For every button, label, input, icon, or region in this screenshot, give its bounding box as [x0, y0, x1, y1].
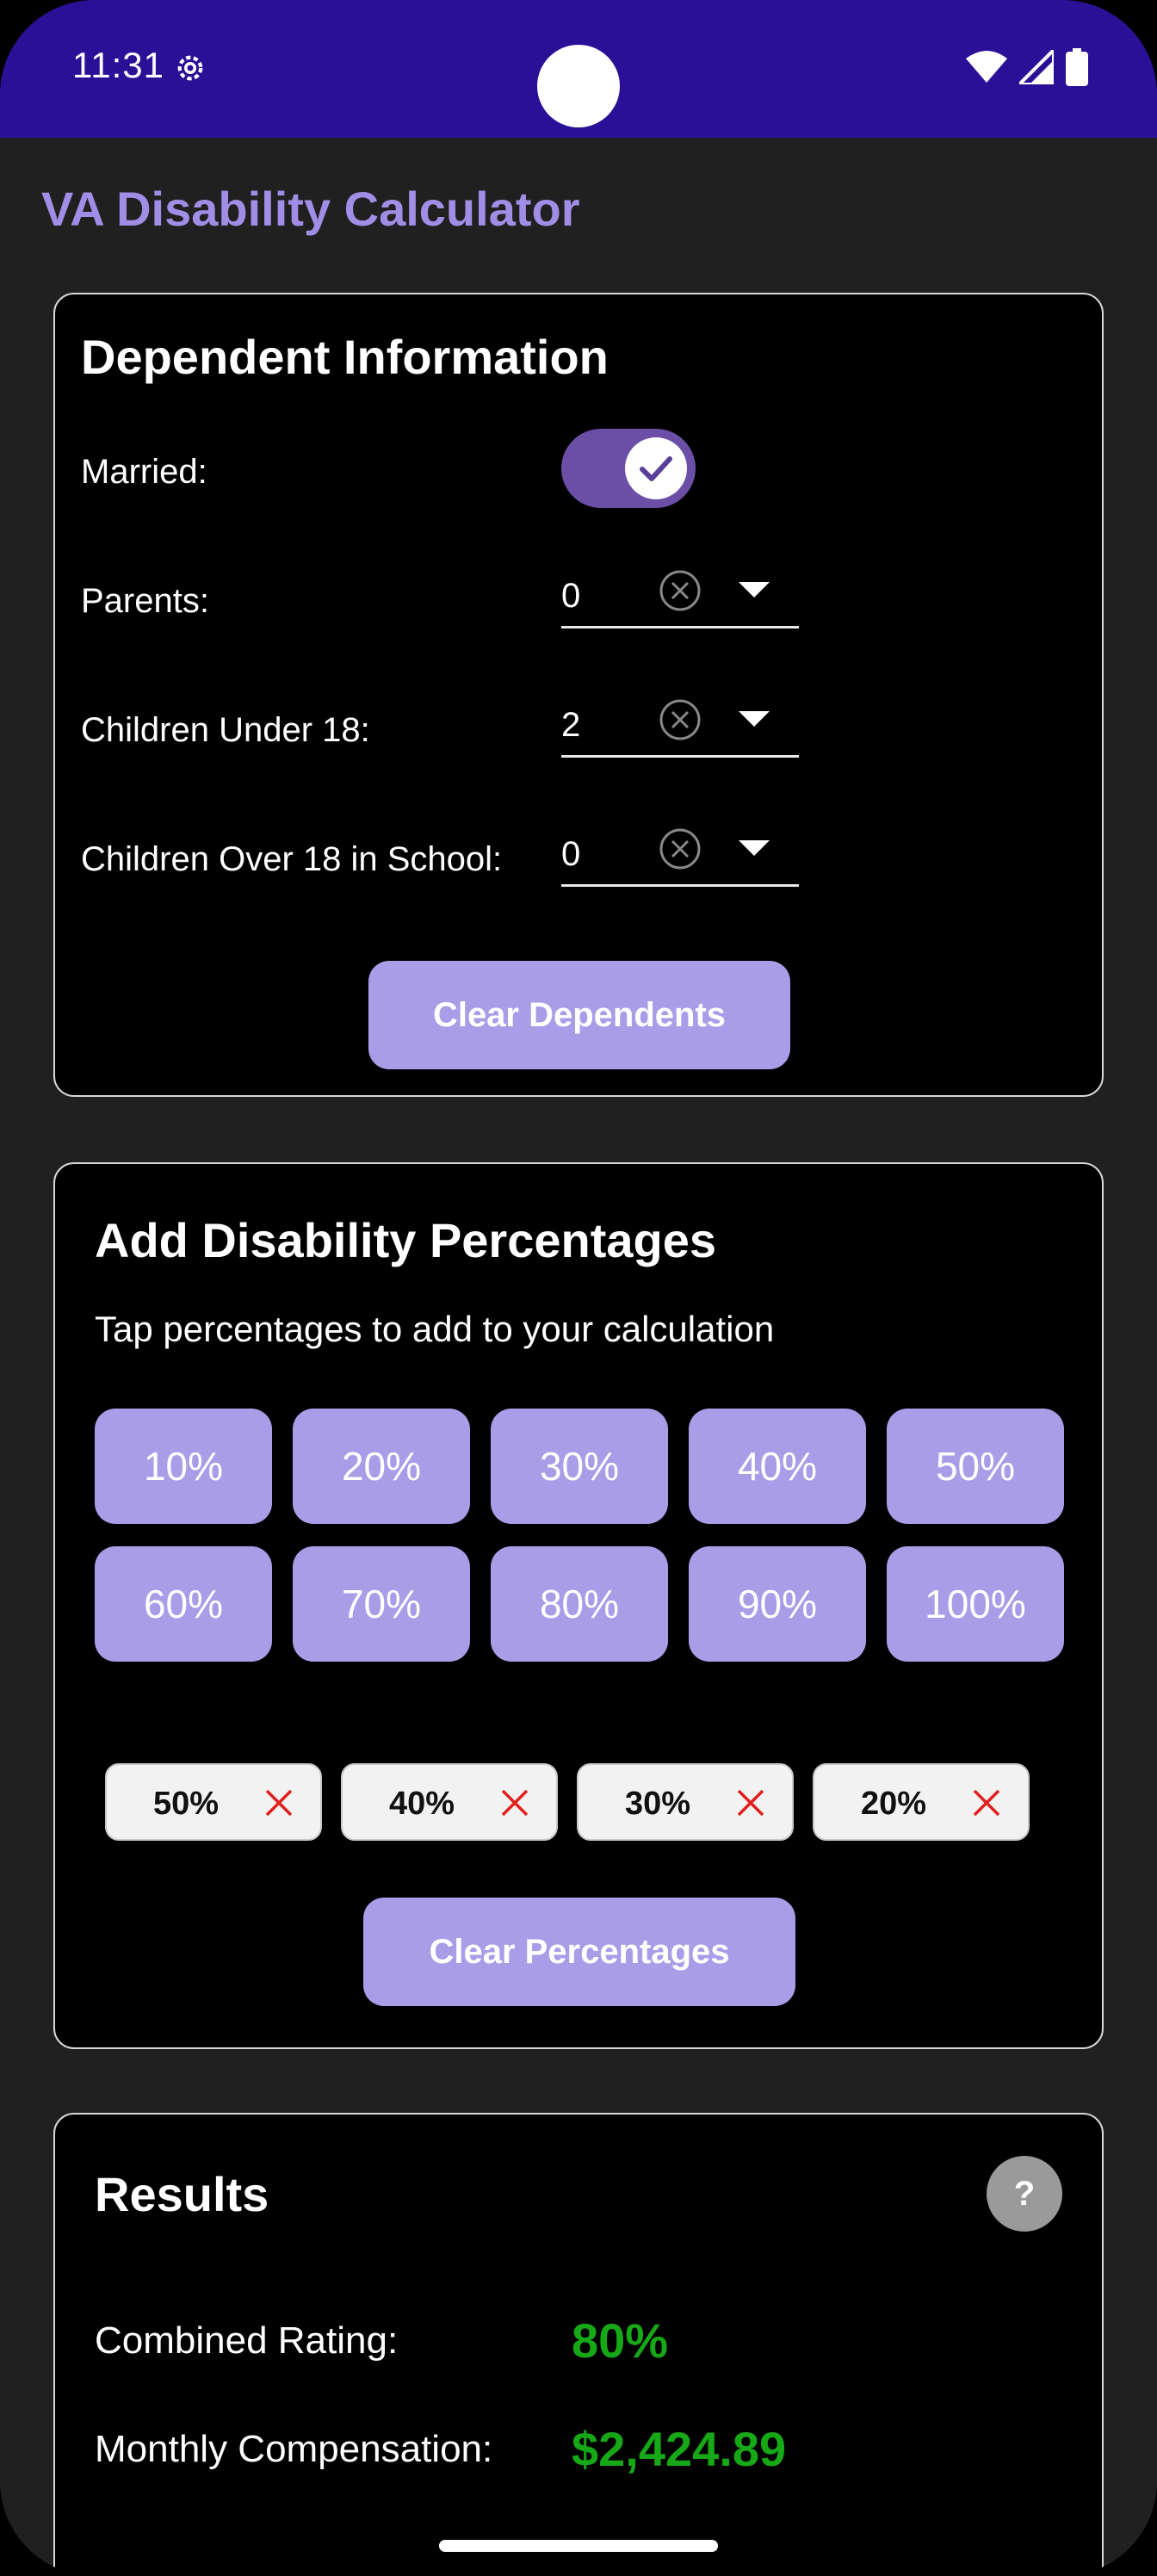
check-icon — [640, 456, 672, 481]
status-bar: 11:31 — [0, 0, 1157, 138]
clear-percentages-button[interactable]: Clear Percentages — [363, 1898, 795, 2006]
toggle-knob — [625, 437, 687, 499]
percent-button[interactable]: 70% — [293, 1546, 470, 1662]
clear-dependents-button[interactable]: Clear Dependents — [368, 961, 790, 1069]
remove-x-icon[interactable] — [498, 1786, 532, 1820]
chip-label: 40% — [389, 1786, 455, 1822]
remove-x-icon[interactable] — [733, 1786, 768, 1820]
help-button[interactable]: ? — [987, 2156, 1062, 2232]
chip-label: 50% — [153, 1786, 220, 1822]
camera-cutout — [537, 45, 620, 127]
signal-icon — [1019, 50, 1054, 84]
chip-label: 20% — [861, 1786, 927, 1822]
percent-button[interactable]: 100% — [887, 1546, 1064, 1662]
results-heading: Results — [95, 2167, 269, 2221]
children-under-18-select[interactable]: 2 — [561, 694, 799, 758]
disability-percentages-card: Add Disability Percentages Tap percentag… — [53, 1162, 1104, 2049]
chevron-down-icon[interactable] — [739, 582, 770, 598]
battery-icon — [1066, 48, 1088, 86]
clear-circle-icon[interactable] — [658, 827, 702, 871]
remove-x-icon[interactable] — [969, 1786, 1004, 1820]
disability-instructions: Tap percentages to add to your calculati… — [95, 1309, 775, 1349]
selected-percent-chip: 20% — [813, 1763, 1030, 1841]
status-time: 11:31 — [72, 45, 164, 85]
children-under-18-label: Children Under 18: — [81, 711, 370, 749]
combined-rating-label: Combined Rating: — [95, 2319, 399, 2362]
percent-button[interactable]: 20% — [293, 1409, 470, 1524]
married-label: Married: — [81, 453, 207, 491]
settings-gear-icon — [177, 55, 203, 81]
wifi-icon — [966, 51, 1007, 83]
dependent-information-card: Dependent Information Married: Parents: … — [53, 293, 1104, 1097]
app-screen: 11:31 VA Disability Calculator Dependent… — [0, 0, 1157, 2576]
percent-button[interactable]: 10% — [95, 1409, 272, 1524]
selected-percent-chip: 40% — [341, 1763, 558, 1841]
children-over-18-value: 0 — [561, 835, 581, 873]
remove-x-icon[interactable] — [262, 1786, 296, 1820]
percent-button[interactable]: 60% — [95, 1546, 272, 1662]
app-title: VA Disability Calculator — [41, 182, 580, 236]
results-card: Results ? Combined Rating: 80% Monthly C… — [53, 2113, 1104, 2576]
chevron-down-icon[interactable] — [739, 711, 770, 727]
monthly-compensation-value: $2,424.89 — [572, 2422, 787, 2476]
home-indicator[interactable] — [439, 2540, 718, 2552]
monthly-compensation-label: Monthly Compensation: — [95, 2428, 493, 2470]
clear-circle-icon[interactable] — [658, 568, 702, 613]
selected-percent-chip: 30% — [577, 1763, 794, 1841]
selected-percent-chip: 50% — [105, 1763, 322, 1841]
combined-rating-value: 80% — [572, 2313, 669, 2368]
percent-button[interactable]: 80% — [491, 1546, 668, 1662]
disability-heading: Add Disability Percentages — [95, 1213, 717, 1267]
percentage-button-grid: 10% 20% 30% 40% 50% 60% 70% 80% 90% 100% — [95, 1409, 1066, 1662]
married-toggle[interactable] — [561, 429, 696, 508]
children-over-18-label: Children Over 18 in School: — [81, 840, 503, 878]
chevron-down-icon[interactable] — [739, 840, 770, 856]
percent-button[interactable]: 90% — [689, 1546, 866, 1662]
parents-label: Parents: — [81, 582, 209, 620]
percent-button[interactable]: 40% — [689, 1409, 866, 1524]
device-frame: 11:31 VA Disability Calculator Dependent… — [0, 0, 1157, 2576]
children-under-18-value: 2 — [561, 706, 581, 744]
dependent-heading: Dependent Information — [81, 330, 609, 384]
parents-value: 0 — [561, 577, 581, 615]
children-over-18-select[interactable]: 0 — [561, 823, 799, 887]
selected-percentages: 50% 40% 30% 20% — [105, 1763, 1030, 1841]
parents-select[interactable]: 0 — [561, 565, 799, 629]
clear-circle-icon[interactable] — [658, 697, 702, 742]
status-icons — [966, 48, 1088, 86]
chip-label: 30% — [625, 1786, 691, 1822]
percent-button[interactable]: 30% — [491, 1409, 668, 1524]
percent-button[interactable]: 50% — [887, 1409, 1064, 1524]
